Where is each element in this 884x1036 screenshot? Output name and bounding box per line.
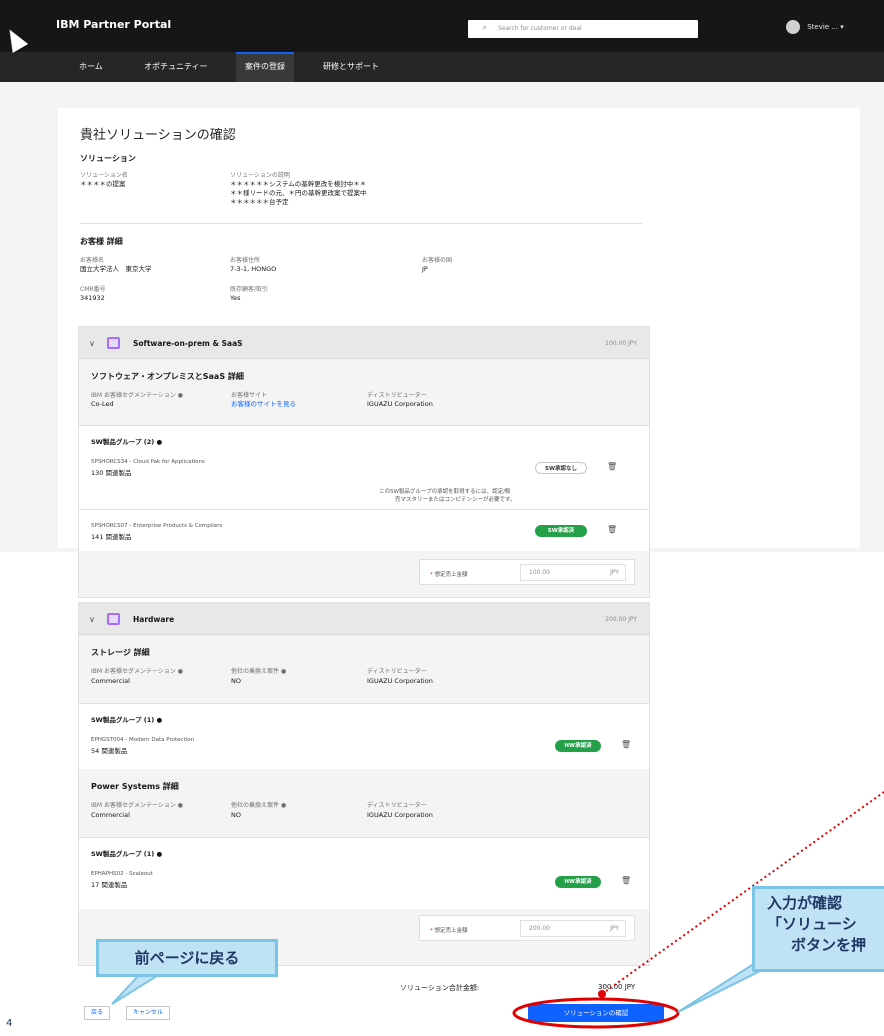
page: IBM Partner Portal ⌕ Search for customer… (0, 0, 884, 1036)
arrow-dot (598, 990, 606, 998)
callout-line: 「ソリューシ (767, 915, 857, 933)
annotation-overlay (111, 791, 884, 1029)
callout-line: 入力が確認 (767, 894, 843, 912)
back-callout: 前ページに戻る (96, 939, 278, 977)
callout-line: ボタンを押 (791, 936, 867, 954)
callout-pointer (111, 973, 164, 1005)
highlight-ellipse (512, 997, 680, 1029)
confirm-callout: 入力が確認 「ソリューシ ボタンを押 (752, 886, 884, 972)
page-number: 4 (6, 1018, 13, 1029)
